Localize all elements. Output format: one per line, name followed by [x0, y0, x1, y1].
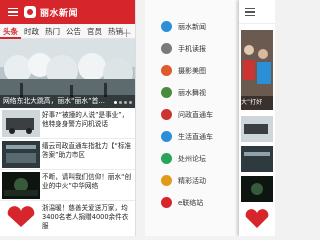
app-title: 丽水新闻 [40, 8, 79, 19]
news-thumbnail [2, 203, 40, 230]
tab-notice[interactable]: 公告 [63, 24, 84, 39]
news-title: 好事?“被撞的人说”是事业”，他特身身警方问机说话 [42, 111, 129, 128]
drawer-item-video[interactable]: 丽水舞视 [145, 82, 239, 103]
station-icon [161, 197, 172, 208]
chat-icon [161, 153, 172, 164]
tab-headline[interactable]: 头条 [0, 24, 21, 39]
peek-thumbnail [241, 206, 273, 232]
drawer-item-lishui-news[interactable]: 丽水新闻 [145, 16, 239, 37]
content-peek-panel[interactable]: 大”打好 [239, 0, 275, 236]
peek-top-bar [239, 0, 275, 24]
drawer-item-forum[interactable]: 处州论坛 [145, 148, 239, 169]
drawer-item-label: 问政直通车 [178, 110, 213, 119]
car-icon [161, 131, 172, 142]
news-item[interactable]: 缙云司政直通车指批力【“标准答案”助力市区 [0, 139, 135, 170]
peek-caption: 大”打好 [241, 99, 263, 106]
drawer-item-label: 处州论坛 [178, 154, 206, 163]
peek-thumbnail [241, 116, 273, 142]
drawer-item-photos[interactable]: 摄影美图 [145, 60, 239, 81]
news-item[interactable]: 浙温暖！慈善关爱送万家，均3400名老人捐赠4000余件衣服 [0, 201, 135, 232]
news-feed-screen: 丽水新闻 头条 时政 热门 公告 官员 热销 ＋ 网络东北大跳高，丽水“丽水”首… [0, 0, 136, 236]
news-icon [161, 21, 172, 32]
news-title: 不断，请叫我们信仰！丽水“创业的中火”中华网络 [42, 173, 132, 190]
news-item[interactable]: 好事?“被撞的人说”是事业”，他特身身警方问机说话 [0, 108, 135, 139]
drawer-item-events[interactable]: 精彩活动 [145, 170, 239, 191]
drawer-item-label: 丽水舞视 [178, 88, 206, 97]
top-bar: 丽水新闻 [0, 0, 135, 24]
news-item[interactable]: 不断，请叫我们信仰！丽水“创业的中火”中华网络 [0, 170, 135, 201]
news-thumbnail [2, 141, 40, 168]
drawer-item-life-service[interactable]: 生活直通车 [145, 126, 239, 147]
newspaper-icon [161, 43, 172, 54]
drawer-item-label: 摄影美图 [178, 66, 206, 75]
microphone-icon [161, 109, 172, 120]
grid-icon [161, 87, 172, 98]
news-title: 浙温暖！慈善关爱送万家，均3400名老人捐赠4000余件衣服 [42, 204, 129, 230]
drawer-item-label: e联络站 [178, 198, 204, 207]
drawer-item-contact-station[interactable]: e联络站 [145, 192, 239, 213]
peek-thumbnail [241, 146, 273, 172]
tab-officials[interactable]: 官员 [84, 24, 105, 39]
side-drawer: 丽水新闻 手机读报 摄影美图 丽水舞视 问政直通车 生活直通车 处州论坛 精彩活… [145, 0, 239, 236]
drawer-item-label: 手机读报 [178, 44, 206, 53]
menu-icon[interactable] [241, 0, 259, 24]
app-logo-icon [24, 6, 36, 18]
category-tabs: 头条 时政 热门 公告 官员 热销 ＋ [0, 24, 135, 40]
news-thumbnail [2, 172, 40, 199]
drawer-item-e-paper[interactable]: 手机读报 [145, 38, 239, 59]
peek-thumbnail [241, 176, 273, 202]
tab-politics[interactable]: 时政 [21, 24, 42, 39]
ticket-icon [161, 175, 172, 186]
carousel-dots [114, 101, 132, 104]
drawer-item-label: 生活直通车 [178, 132, 213, 141]
drawer-menu-screen: 丽水新闻 手机读报 摄影美图 丽水舞视 问政直通车 生活直通车 处州论坛 精彩活… [145, 0, 275, 236]
news-thumbnail [2, 110, 40, 137]
drawer-item-label: 丽水新闻 [178, 22, 206, 31]
tab-hot[interactable]: 热门 [42, 24, 63, 39]
drawer-item-label: 精彩活动 [178, 176, 206, 185]
drawer-item-gov-qa[interactable]: 问政直通车 [145, 104, 239, 125]
camera-icon [161, 65, 172, 76]
screenshot-stage: 丽水新闻 头条 时政 热门 公告 官员 热销 ＋ 网络东北大跳高，丽水“丽水”首… [0, 0, 275, 236]
news-title: 缙云司政直通车指批力【“标准答案”助力市区 [42, 142, 132, 159]
menu-icon[interactable] [4, 0, 22, 24]
hero-banner[interactable]: 网络东北大跳高，丽水“丽水”首... [0, 39, 135, 108]
